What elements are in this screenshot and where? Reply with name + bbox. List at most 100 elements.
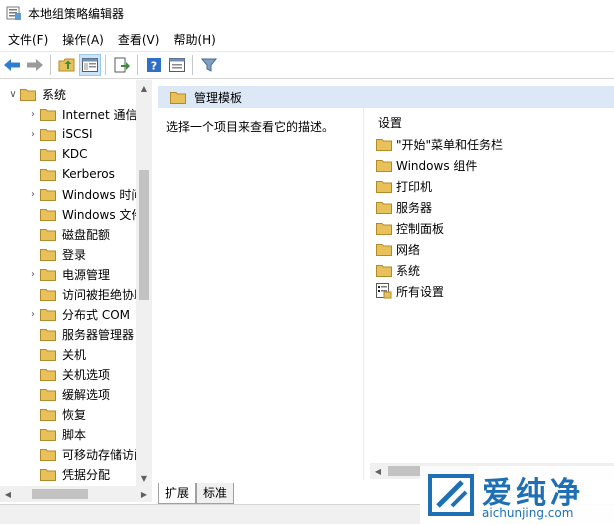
expand-arrow-icon[interactable]: › [26, 109, 40, 120]
tree-item-label: Internet 通信 [62, 107, 138, 122]
settings-list-item[interactable]: Windows 组件 [376, 155, 477, 175]
export-list-button[interactable] [111, 54, 133, 76]
details-pane: 管理模板 选择一个项目来查看它的描述。 设置 "开始"菜单和任务栏 Windows… [158, 80, 614, 502]
tree-horizontal-scrollbar[interactable]: ◀ ▶ [0, 486, 152, 502]
menu-bar: 文件(F) 操作(A) 查看(V) 帮助(H) [0, 28, 614, 50]
tree-item[interactable]: › iSCSI [0, 124, 140, 144]
expand-arrow-icon[interactable]: › [26, 129, 40, 140]
show-hide-tree-icon [82, 58, 98, 72]
settings-list-item[interactable]: 服务器 [376, 197, 432, 217]
folder-icon [376, 264, 392, 277]
scroll-left-arrow-icon[interactable]: ◀ [370, 463, 386, 479]
scroll-down-arrow-icon[interactable]: ▼ [136, 470, 152, 486]
scroll-left-arrow-icon[interactable]: ◀ [0, 486, 16, 502]
svg-text:?: ? [151, 60, 157, 73]
settings-column-header[interactable]: 设置 [378, 114, 402, 131]
forward-button[interactable] [24, 54, 46, 76]
tree-item-system[interactable]: ∨ 系统 [0, 84, 140, 104]
settings-list-item[interactable]: 网络 [376, 239, 420, 259]
tree-hscroll-thumb[interactable] [32, 489, 88, 499]
settings-list-item[interactable]: 控制面板 [376, 218, 444, 238]
folder-icon [40, 228, 56, 241]
folder-icon [376, 138, 392, 151]
watermark: 爱纯净 aichunjing.com [420, 466, 614, 524]
tree-item[interactable]: 关机 [0, 344, 140, 364]
expand-arrow-icon[interactable]: › [26, 269, 40, 280]
tree-item[interactable]: 登录 [0, 244, 140, 264]
group-policy-app-icon [6, 5, 22, 21]
policy-tree[interactable]: ∨ 系统 › Internet 通信 › iSCSI KDC Kerberos › Windows… [0, 80, 152, 502]
folder-icon [40, 328, 56, 341]
menu-view[interactable]: 查看(V) [111, 31, 167, 48]
tree-item-label: Windows 文件 [62, 207, 140, 222]
folder-icon [376, 243, 392, 256]
tree-item-label: 磁盘配额 [62, 227, 111, 242]
toolbar-separator [137, 55, 138, 75]
tree-item-label: iSCSI [62, 127, 93, 141]
folder-icon [40, 368, 56, 381]
tree-item-label: 缓解选项 [62, 387, 111, 402]
menu-file[interactable]: 文件(F) [0, 31, 55, 48]
tree-item[interactable]: › Windows 时间 [0, 184, 140, 204]
properties-icon [169, 58, 185, 72]
show-hide-tree-button[interactable] [79, 54, 101, 76]
tab-extended[interactable]: 扩展 [158, 483, 197, 504]
tree-item[interactable]: 服务器管理器 [0, 324, 140, 344]
tree-item[interactable]: › Internet 通信 [0, 104, 140, 124]
tree-item[interactable]: Windows 文件 [0, 204, 140, 224]
settings-item-label: 打印机 [396, 179, 433, 194]
tree-item[interactable]: 脚本 [0, 424, 140, 444]
tree-item[interactable]: 访问被拒绝协助 [0, 284, 140, 304]
tree-scroll-thumb[interactable] [139, 170, 149, 300]
tree-item[interactable]: 恢复 [0, 404, 140, 424]
settings-list-item[interactable]: 所有设置 [376, 281, 444, 301]
expand-arrow-icon[interactable]: › [26, 309, 40, 320]
tree-item[interactable]: 磁盘配额 [0, 224, 140, 244]
menu-help[interactable]: 帮助(H) [166, 31, 222, 48]
folder-icon [40, 288, 56, 301]
back-button[interactable] [1, 54, 23, 76]
folder-icon [40, 428, 56, 441]
toolbar-separator [192, 55, 193, 75]
tree-item[interactable]: Kerberos [0, 164, 140, 184]
collapse-arrow-icon[interactable]: ∨ [6, 89, 20, 100]
all-settings-icon [376, 283, 392, 299]
settings-list-item[interactable]: 打印机 [376, 176, 432, 196]
tree-item-label: 关机选项 [62, 367, 111, 382]
filter-button[interactable] [198, 54, 220, 76]
folder-icon [40, 348, 56, 361]
brand-logo-icon [428, 474, 474, 516]
folder-icon [40, 128, 56, 141]
folder-icon [40, 148, 56, 161]
toolbar-separator [50, 55, 51, 75]
folder-icon [40, 448, 56, 461]
tree-item[interactable]: KDC [0, 144, 140, 164]
tab-standard[interactable]: 标准 [196, 483, 235, 504]
expand-arrow-icon[interactable]: › [26, 189, 40, 200]
forward-arrow-icon [27, 59, 43, 71]
folder-icon [40, 408, 56, 421]
tree-item[interactable]: › 分布式 COM [0, 304, 140, 324]
scroll-right-arrow-icon[interactable]: ▶ [136, 486, 152, 502]
window-title: 本地组策略编辑器 [28, 6, 125, 21]
tree-item[interactable]: 关机选项 [0, 364, 140, 384]
tree-vertical-scrollbar[interactable]: ▲ ▼ [136, 80, 152, 486]
tree-item[interactable]: 凭据分配 [0, 464, 140, 484]
scroll-up-arrow-icon[interactable]: ▲ [136, 80, 152, 96]
help-button[interactable]: ? [143, 54, 165, 76]
folder-icon [40, 248, 56, 261]
folder-icon [40, 208, 56, 221]
tree-item[interactable]: › 电源管理 [0, 264, 140, 284]
settings-item-label: Windows 组件 [396, 158, 478, 173]
folder-icon [40, 388, 56, 401]
help-icon: ? [147, 58, 161, 73]
properties-button[interactable] [166, 54, 188, 76]
tree-item[interactable]: 可移动存储访问 [0, 444, 140, 464]
tree-item-label: 关机 [62, 347, 87, 362]
settings-list-item[interactable]: 系统 [376, 260, 420, 280]
tree-item[interactable]: 缓解选项 [0, 384, 140, 404]
up-one-level-button[interactable] [56, 54, 78, 76]
settings-list-item[interactable]: "开始"菜单和任务栏 [376, 134, 503, 154]
folder-icon [170, 91, 186, 104]
menu-action[interactable]: 操作(A) [55, 31, 111, 48]
